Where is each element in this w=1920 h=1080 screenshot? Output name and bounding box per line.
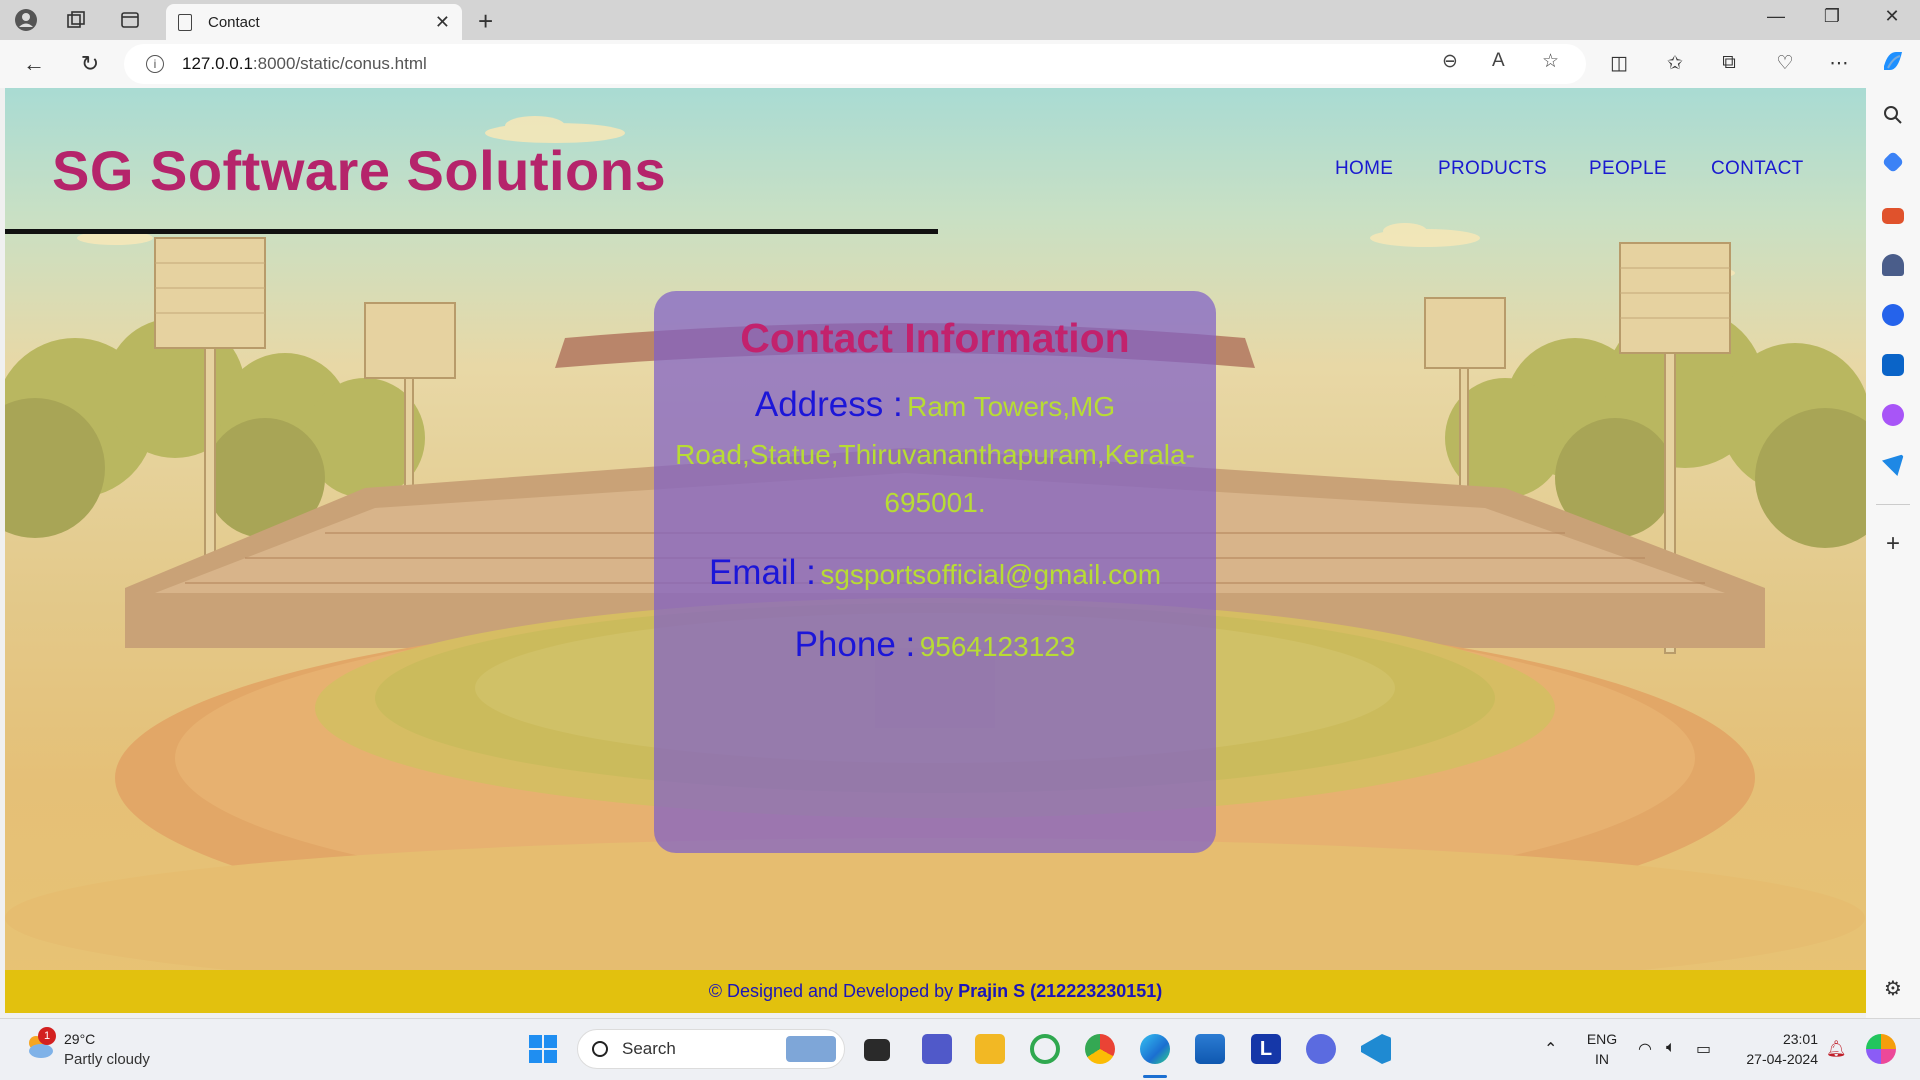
- phone-value: 9564123123: [919, 631, 1076, 662]
- clock-time[interactable]: 23:01: [1736, 1031, 1818, 1047]
- tab-contact[interactable]: Contact ✕: [166, 4, 462, 40]
- footer-author: Prajin S (212223230151): [958, 981, 1163, 1001]
- collections-icon[interactable]: ⧉: [1716, 52, 1742, 74]
- copilot-icon[interactable]: [1880, 48, 1906, 80]
- app-triangle-icon[interactable]: [1306, 1034, 1336, 1064]
- profile-icon[interactable]: [14, 8, 38, 32]
- page-viewport: SG Software Solutions HOME PRODUCTS PEOP…: [5, 88, 1866, 1013]
- phone-label: Phone :: [794, 625, 916, 664]
- email-label: Email :: [708, 553, 816, 592]
- url-path: :8000/static/conus.html: [252, 54, 427, 73]
- close-tab-icon[interactable]: ✕: [435, 12, 450, 33]
- page-footer: © Designed and Developed by Prajin S (21…: [5, 970, 1866, 1013]
- weather-temp[interactable]: 29°C: [64, 1031, 95, 1047]
- browser-essentials-icon[interactable]: ♡: [1772, 52, 1798, 75]
- address-value: Ram Towers,MG Road,Statue,Thiruvananthap…: [675, 391, 1195, 518]
- favorites-icon[interactable]: ✩: [1662, 52, 1688, 75]
- more-menu-icon[interactable]: ⋯: [1826, 52, 1852, 75]
- back-icon[interactable]: ←: [20, 50, 48, 78]
- file-explorer-icon[interactable]: [975, 1034, 1005, 1064]
- shopping-tag-icon[interactable]: [1881, 150, 1905, 174]
- nav-contact[interactable]: CONTACT: [1711, 158, 1804, 180]
- search-highlight-icon: [786, 1036, 836, 1062]
- new-tab-icon[interactable]: +: [478, 6, 493, 37]
- weather-badge: 1: [38, 1027, 56, 1045]
- search-icon: [592, 1041, 608, 1057]
- app-l-icon[interactable]: L: [1251, 1034, 1281, 1064]
- split-screen-icon[interactable]: ◫: [1606, 52, 1632, 75]
- edge-sidebar: + ⚙: [1866, 88, 1920, 1018]
- email-block: Email : sgsportsofficial@gmail.com: [654, 553, 1216, 593]
- edge-icon[interactable]: [1140, 1034, 1170, 1064]
- taskbar-search[interactable]: Search: [577, 1029, 845, 1069]
- send-icon[interactable]: [1882, 454, 1904, 476]
- sidebar-settings-icon[interactable]: ⚙: [1882, 978, 1904, 1000]
- volume-icon[interactable]: 🔈︎: [1666, 1039, 1676, 1057]
- nav-people[interactable]: PEOPLE: [1589, 158, 1667, 180]
- contact-heading: Contact Information: [740, 315, 1130, 361]
- add-sidebar-app-icon[interactable]: +: [1882, 532, 1904, 556]
- lang-bottom[interactable]: IN: [1584, 1051, 1620, 1067]
- task-view-icon[interactable]: [864, 1039, 890, 1061]
- wifi-icon[interactable]: ◠: [1638, 1039, 1652, 1059]
- address-toolbar: ← ↻ i 127.0.0.1:8000/static/conus.html ⊖…: [0, 40, 1920, 88]
- site-info-icon[interactable]: i: [146, 55, 164, 73]
- minimize-icon[interactable]: —: [1756, 6, 1796, 27]
- vscode-icon[interactable]: [1361, 1034, 1391, 1064]
- battery-icon[interactable]: ▭: [1696, 1039, 1711, 1059]
- address-input[interactable]: i 127.0.0.1:8000/static/conus.html: [124, 44, 1586, 84]
- store-icon[interactable]: [1195, 1034, 1225, 1064]
- chrome-icon[interactable]: [1085, 1034, 1115, 1064]
- tab-title: Contact: [208, 13, 260, 31]
- tab-actions-icon[interactable]: [118, 8, 142, 32]
- email-value: sgsportsofficial@gmail.com: [820, 559, 1162, 590]
- tab-strip: Contact ✕ + — ❐ ✕: [0, 0, 1920, 40]
- teams-icon[interactable]: [922, 1034, 952, 1064]
- sidebar-divider: [1876, 504, 1910, 505]
- page-icon: [178, 13, 192, 31]
- tools-icon[interactable]: [1882, 208, 1904, 224]
- workspaces-icon[interactable]: [64, 8, 88, 32]
- clock-date[interactable]: 27-04-2024: [1736, 1051, 1818, 1067]
- phone-block: Phone : 9564123123: [654, 625, 1216, 665]
- lang-top[interactable]: ENG: [1584, 1031, 1620, 1047]
- title-divider: [5, 229, 938, 234]
- windows-taskbar: 1 29°C Partly cloudy Search L ⌃ ENG IN ◠…: [0, 1018, 1920, 1080]
- restore-icon[interactable]: ❐: [1812, 6, 1852, 27]
- start-windows-icon[interactable]: [528, 1034, 558, 1064]
- sidebar-search-icon[interactable]: [1882, 104, 1904, 126]
- nav-products[interactable]: PRODUCTS: [1438, 158, 1547, 180]
- footer-prefix: © Designed and Developed by: [708, 981, 954, 1001]
- address-label: Address :: [754, 385, 903, 424]
- games-icon[interactable]: [1882, 254, 1904, 276]
- active-app-indicator: [1143, 1075, 1167, 1078]
- outlook-icon[interactable]: [1882, 354, 1904, 376]
- read-aloud-icon[interactable]: A: [1492, 50, 1505, 72]
- contact-card: Contact Information Address : Ram Towers…: [654, 291, 1216, 853]
- refresh-icon[interactable]: ↻: [76, 50, 104, 78]
- close-window-icon[interactable]: ✕: [1872, 6, 1912, 27]
- search-placeholder: Search: [622, 1039, 676, 1058]
- address-block: Address : Ram Towers,MG Road,Statue,Thir…: [670, 383, 1200, 529]
- tray-overflow-icon[interactable]: ⌃: [1544, 1039, 1557, 1059]
- weather-desc[interactable]: Partly cloudy: [64, 1051, 150, 1068]
- nav-home[interactable]: HOME: [1335, 158, 1393, 180]
- favorite-star-icon[interactable]: ☆: [1542, 50, 1559, 73]
- notification-bell-icon[interactable]: 🔔︎: [1826, 1039, 1846, 1059]
- zoom-icon[interactable]: ⊖: [1442, 50, 1458, 73]
- designer-icon[interactable]: [1882, 404, 1904, 426]
- copilot-taskbar-icon[interactable]: [1866, 1034, 1896, 1064]
- site-title: SG Software Solutions: [52, 139, 667, 202]
- url-host: 127.0.0.1: [182, 54, 253, 73]
- microsoft-365-icon[interactable]: [1882, 304, 1904, 326]
- app-green-ring-icon[interactable]: [1030, 1034, 1060, 1064]
